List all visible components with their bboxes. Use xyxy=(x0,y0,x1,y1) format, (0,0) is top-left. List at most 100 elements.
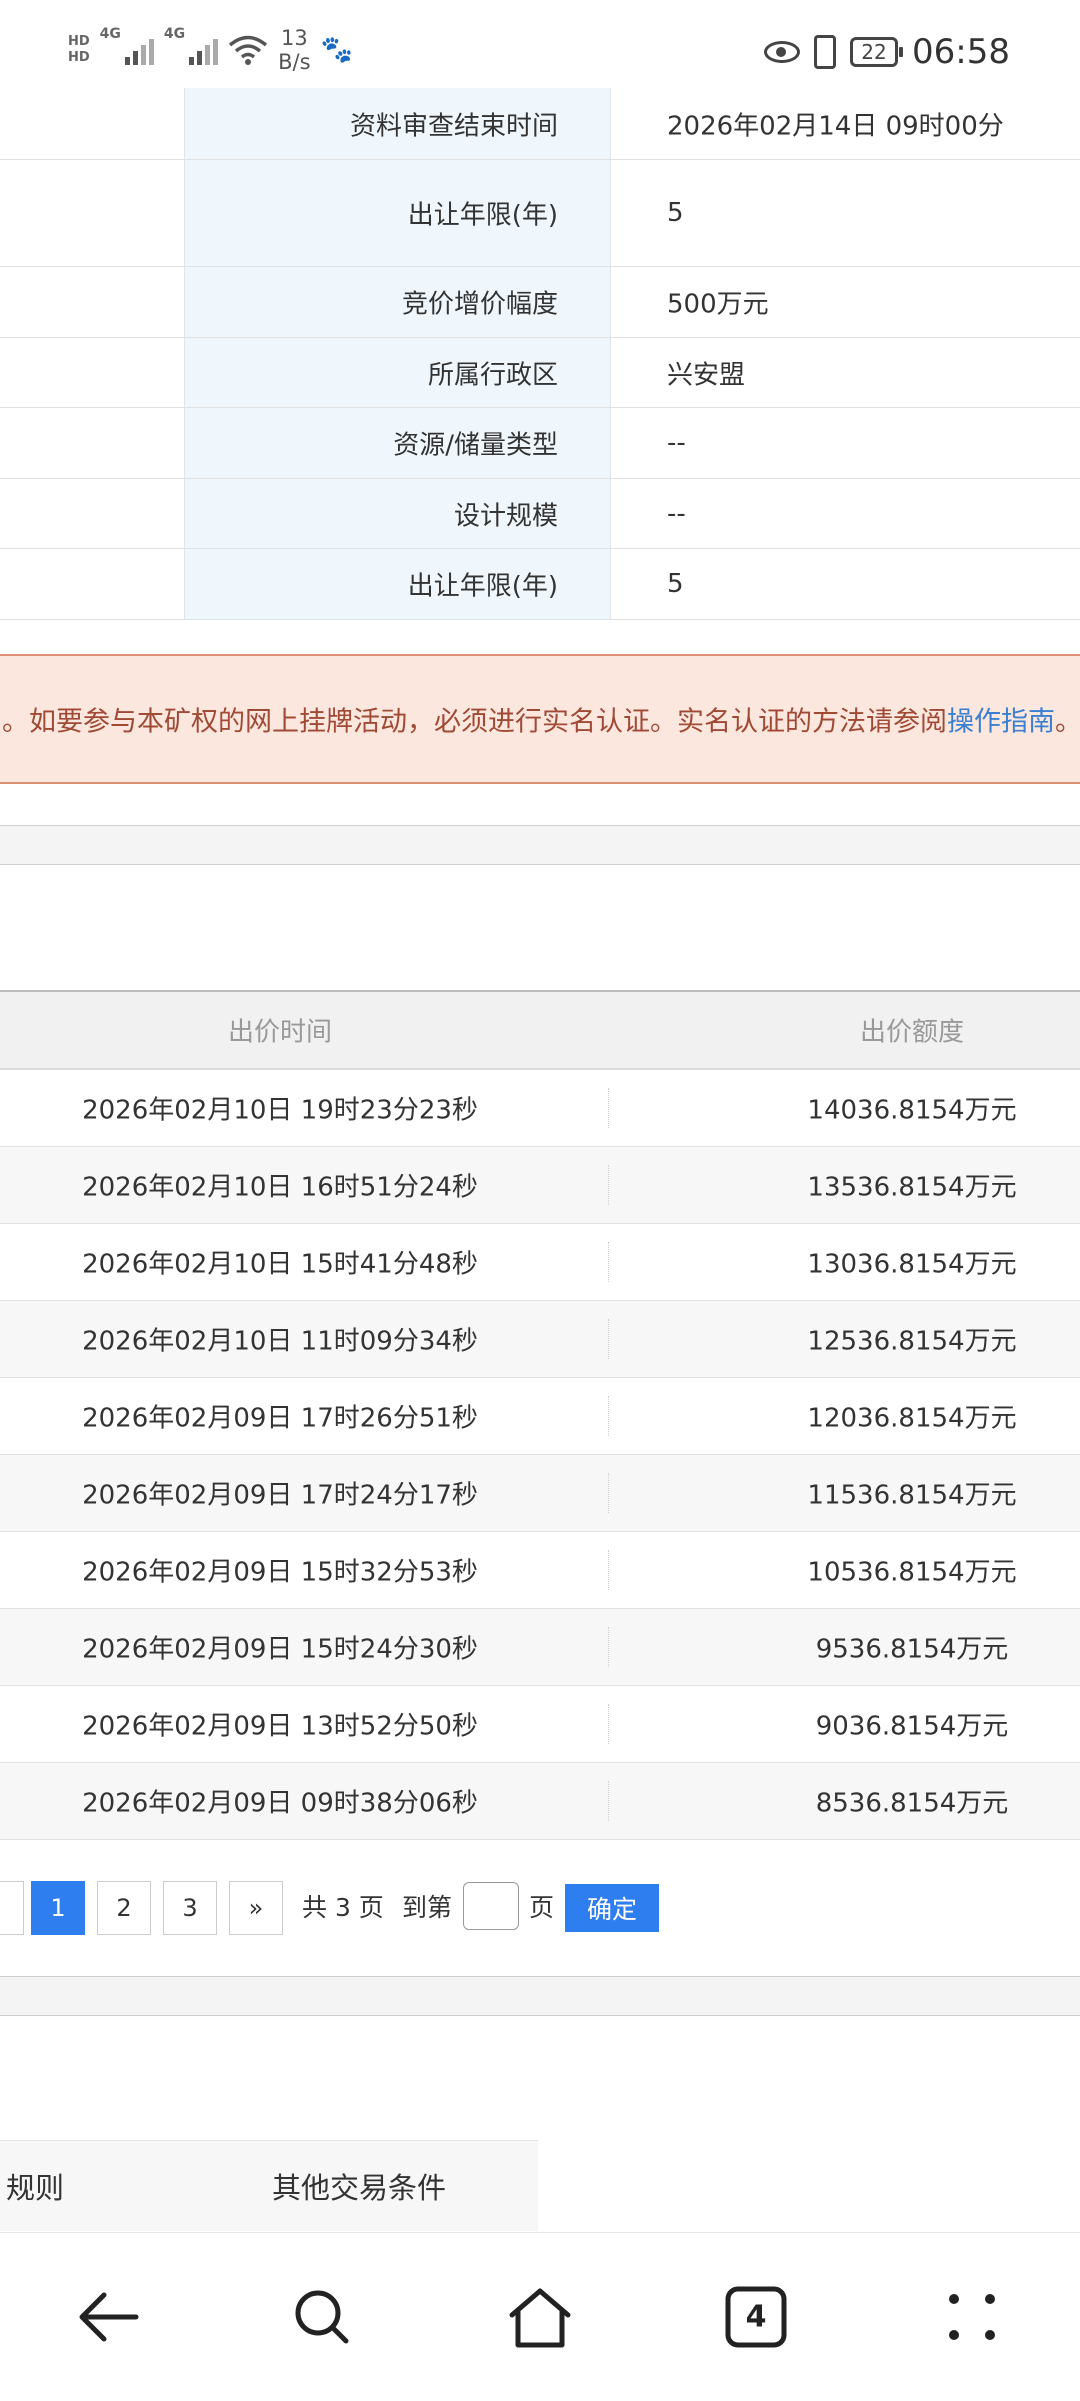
baidu-paw-icon: 🐾 xyxy=(320,35,353,65)
bid-amount: 8536.8154万元 xyxy=(815,1788,1009,1819)
table-row: 2026年02月09日 09时38分06秒 8536.8154万元 xyxy=(0,1763,1080,1840)
goto-suffix: 页 xyxy=(529,1893,555,1922)
sim-1-label: HD xyxy=(68,34,90,49)
tab-rules[interactable]: 规则 xyxy=(6,2165,64,2207)
network-2-label: 4G xyxy=(163,26,186,42)
table-row: 2026年02月09日 13时52分50秒 9036.8154万元 xyxy=(0,1686,1080,1763)
info-row: 设计规模 -- xyxy=(0,479,1080,549)
table-row: 2026年02月09日 17时24分17秒 11536.8154万元 xyxy=(0,1455,1080,1532)
info-row: 资源/储量类型 -- xyxy=(0,408,1080,479)
notice-body: 。如要参与本矿权的网上挂牌活动，必须进行实名认证。实名认证的方法请参阅 xyxy=(2,706,947,738)
notice-banner: 。如要参与本矿权的网上挂牌活动，必须进行实名认证。实名认证的方法请参阅操作指南。 xyxy=(0,654,1080,784)
bid-table-header: 出价时间 出价额度 xyxy=(0,990,1080,1070)
bid-time: 2026年02月10日 16时51分24秒 xyxy=(82,1172,478,1203)
page-2-button[interactable]: 2 xyxy=(97,1881,151,1935)
page-3-button[interactable]: 3 xyxy=(163,1881,217,1935)
speed-unit: B/s xyxy=(278,50,311,74)
network-1-label: 4G xyxy=(99,26,121,42)
info-value: -- xyxy=(667,498,686,529)
bid-amount: 9036.8154万元 xyxy=(815,1711,1009,1742)
bid-time: 2026年02月10日 11时09分34秒 xyxy=(82,1326,478,1357)
back-button[interactable] xyxy=(68,2277,148,2357)
more-dots-icon xyxy=(949,2294,995,2340)
sim-labels: HD HD xyxy=(68,34,90,66)
next-page-button[interactable]: » xyxy=(229,1881,283,1935)
tab-count: 4 xyxy=(745,2299,767,2335)
bid-amount: 14036.8154万元 xyxy=(807,1095,1017,1126)
bottom-tabs: 规则 其他交易条件 xyxy=(0,2140,538,2231)
signal-1-icon xyxy=(124,35,154,65)
prev-page-button[interactable] xyxy=(0,1881,24,1935)
guide-link[interactable]: 操作指南 xyxy=(947,707,1055,738)
clock: 06:58 xyxy=(912,32,1010,72)
bid-amount: 13536.8154万元 xyxy=(807,1172,1017,1203)
info-label: 竞价增价幅度 xyxy=(401,289,558,320)
bid-time: 2026年02月10日 15时41分48秒 xyxy=(82,1249,478,1280)
page-1-button[interactable]: 1 xyxy=(31,1881,85,1935)
status-left: HD HD 4G 4G 13 B/s 🐾 xyxy=(68,26,353,74)
header-amount: 出价额度 xyxy=(859,1017,965,1048)
back-arrow-icon xyxy=(79,2292,139,2342)
table-row: 2026年02月10日 11时09分34秒 12536.8154万元 xyxy=(0,1301,1080,1378)
info-label: 资源/储量类型 xyxy=(393,430,558,461)
table-row: 2026年02月09日 17时26分51秒 12036.8154万元 xyxy=(0,1378,1080,1455)
sim-2-label: HD xyxy=(68,50,90,65)
notice-text: 。如要参与本矿权的网上挂牌活动，必须进行实名认证。实名认证的方法请参阅操作指南。 xyxy=(2,700,1080,739)
network-speed: 13 B/s xyxy=(278,26,310,74)
bid-time: 2026年02月09日 15时24分30秒 xyxy=(82,1634,478,1665)
status-right: 22 06:58 xyxy=(764,24,1010,80)
section-divider xyxy=(0,1976,1080,2016)
info-value: 5 xyxy=(667,198,684,228)
browser-nav-bar: 4 xyxy=(0,2232,1080,2401)
bid-amount: 9536.8154万元 xyxy=(815,1634,1009,1665)
info-label: 出让年限(年) xyxy=(407,571,558,602)
info-row: 竞价增价幅度 500万元 xyxy=(0,267,1080,338)
bid-time: 2026年02月09日 17时26分51秒 xyxy=(82,1403,478,1434)
bid-time: 2026年02月09日 13时52分50秒 xyxy=(82,1711,478,1742)
tabs-button[interactable]: 4 xyxy=(716,2277,796,2357)
table-row: 2026年02月10日 15时41分48秒 13036.8154万元 xyxy=(0,1224,1080,1301)
info-label: 设计规模 xyxy=(453,501,558,531)
info-table: 资料审查结束时间 2026年02月14日 09时00分 出让年限(年) 5 竞价… xyxy=(0,88,1080,620)
info-value: 500万元 xyxy=(667,289,769,320)
table-row: 2026年02月10日 19时23分23秒 14036.8154万元 xyxy=(0,1070,1080,1147)
home-icon xyxy=(509,2288,571,2348)
info-label: 出让年限(年) xyxy=(407,200,558,231)
info-value: 兴安盟 xyxy=(667,360,746,390)
eye-comfort-icon xyxy=(764,41,801,63)
speed-value: 13 xyxy=(280,26,308,50)
tab-other-conditions[interactable]: 其他交易条件 xyxy=(272,2165,446,2207)
goto-page-input[interactable] xyxy=(463,1882,519,1930)
notice-tail: 。 xyxy=(1055,706,1080,738)
info-value: 2026年02月14日 09时00分 xyxy=(667,111,1004,141)
info-value: -- xyxy=(667,428,686,458)
goto-prefix: 到第 xyxy=(402,1893,453,1922)
bid-amount: 13036.8154万元 xyxy=(807,1249,1017,1280)
confirm-button[interactable]: 确定 xyxy=(565,1884,659,1932)
status-bar: HD HD 4G 4G 13 B/s 🐾 22 06:58 xyxy=(0,0,1080,88)
signal-2-icon xyxy=(189,35,219,65)
bid-time: 2026年02月09日 15时32分53秒 xyxy=(82,1557,478,1588)
wifi-icon xyxy=(229,35,268,65)
bid-time: 2026年02月09日 09时38分06秒 xyxy=(82,1788,478,1819)
info-row: 资料审查结束时间 2026年02月14日 09时00分 xyxy=(0,88,1080,160)
search-icon xyxy=(295,2290,349,2344)
bid-amount: 10536.8154万元 xyxy=(807,1557,1017,1588)
bid-amount: 11536.8154万元 xyxy=(807,1480,1017,1511)
bid-amount: 12036.8154万元 xyxy=(807,1403,1017,1434)
info-row: 所属行政区 兴安盟 xyxy=(0,338,1080,408)
table-row: 2026年02月09日 15时32分53秒 10536.8154万元 xyxy=(0,1532,1080,1609)
table-row: 2026年02月09日 15时24分30秒 9536.8154万元 xyxy=(0,1609,1080,1686)
info-label: 资料审查结束时间 xyxy=(349,111,558,141)
menu-button[interactable] xyxy=(932,2277,1012,2357)
pagination: 1 2 3 » 共 3 页 到第 页 确定 xyxy=(0,1881,1080,1937)
info-row: 出让年限(年) 5 xyxy=(0,549,1080,620)
home-button[interactable] xyxy=(500,2277,580,2357)
info-label: 所属行政区 xyxy=(427,360,558,390)
vibrate-icon xyxy=(814,35,837,69)
search-button[interactable] xyxy=(282,2277,362,2357)
bid-amount: 12536.8154万元 xyxy=(807,1326,1017,1357)
info-row: 出让年限(年) 5 xyxy=(0,160,1080,267)
table-row: 2026年02月10日 16时51分24秒 13536.8154万元 xyxy=(0,1147,1080,1224)
battery-icon: 22 xyxy=(850,37,904,67)
